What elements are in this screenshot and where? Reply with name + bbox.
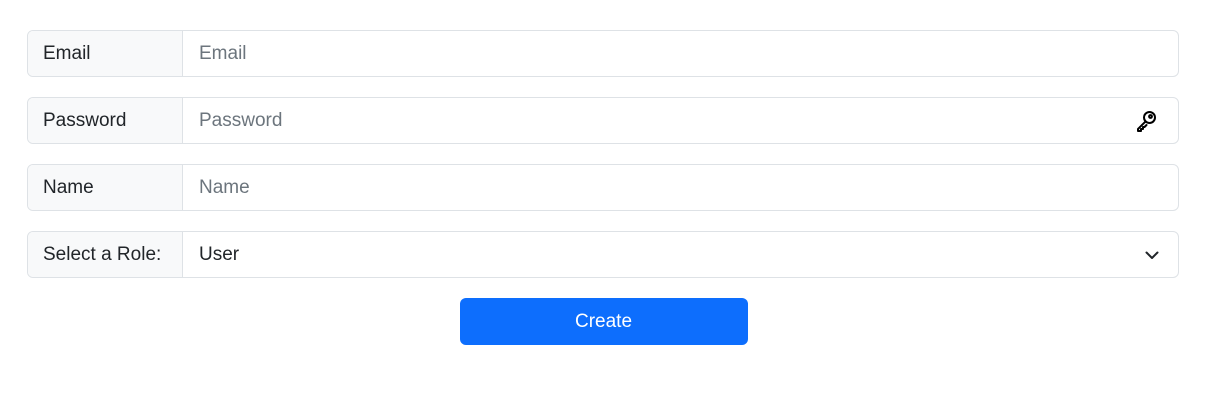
email-input[interactable]: [183, 31, 1178, 76]
email-label: Email: [28, 31, 183, 76]
submit-row: Create: [27, 298, 1179, 345]
key-icon[interactable]: [1134, 109, 1158, 133]
email-field-wrapper: [183, 31, 1178, 76]
create-button[interactable]: Create: [459, 298, 748, 345]
password-field-wrapper: [183, 98, 1178, 143]
name-field-wrapper: [183, 165, 1178, 210]
create-user-form: Email Password Name Select a Role: User: [27, 30, 1179, 345]
role-label: Select a Role:: [28, 232, 183, 277]
role-group: Select a Role: User: [27, 231, 1179, 278]
chevron-down-icon: [1144, 247, 1160, 263]
role-select-value: User: [199, 243, 240, 265]
password-group: Password: [27, 97, 1179, 144]
name-label: Name: [28, 165, 183, 210]
name-input[interactable]: [183, 165, 1178, 210]
email-group: Email: [27, 30, 1179, 77]
name-group: Name: [27, 164, 1179, 211]
password-label: Password: [28, 98, 183, 143]
password-input[interactable]: [183, 98, 1178, 143]
role-select[interactable]: User: [183, 232, 1178, 277]
